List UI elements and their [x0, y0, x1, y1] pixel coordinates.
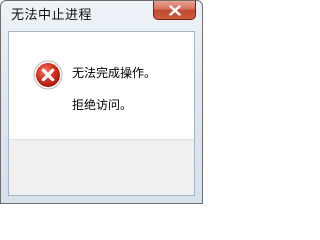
button-area: [9, 139, 194, 195]
dialog-client-area: 无法完成操作。 拒绝访问。: [8, 31, 195, 196]
close-icon: [169, 5, 181, 16]
dialog-window: 无法中止进程 无法完成操作。 拒绝访问。: [0, 0, 203, 204]
close-button[interactable]: [153, 1, 196, 20]
message-area: 无法完成操作。 拒绝访问。: [9, 32, 194, 139]
error-message-secondary: 拒绝访问。: [72, 98, 133, 112]
error-icon: [33, 60, 63, 90]
error-message-primary: 无法完成操作。: [72, 66, 157, 80]
title-bar[interactable]: 无法中止进程: [1, 1, 202, 31]
window-title: 无法中止进程: [11, 8, 93, 23]
